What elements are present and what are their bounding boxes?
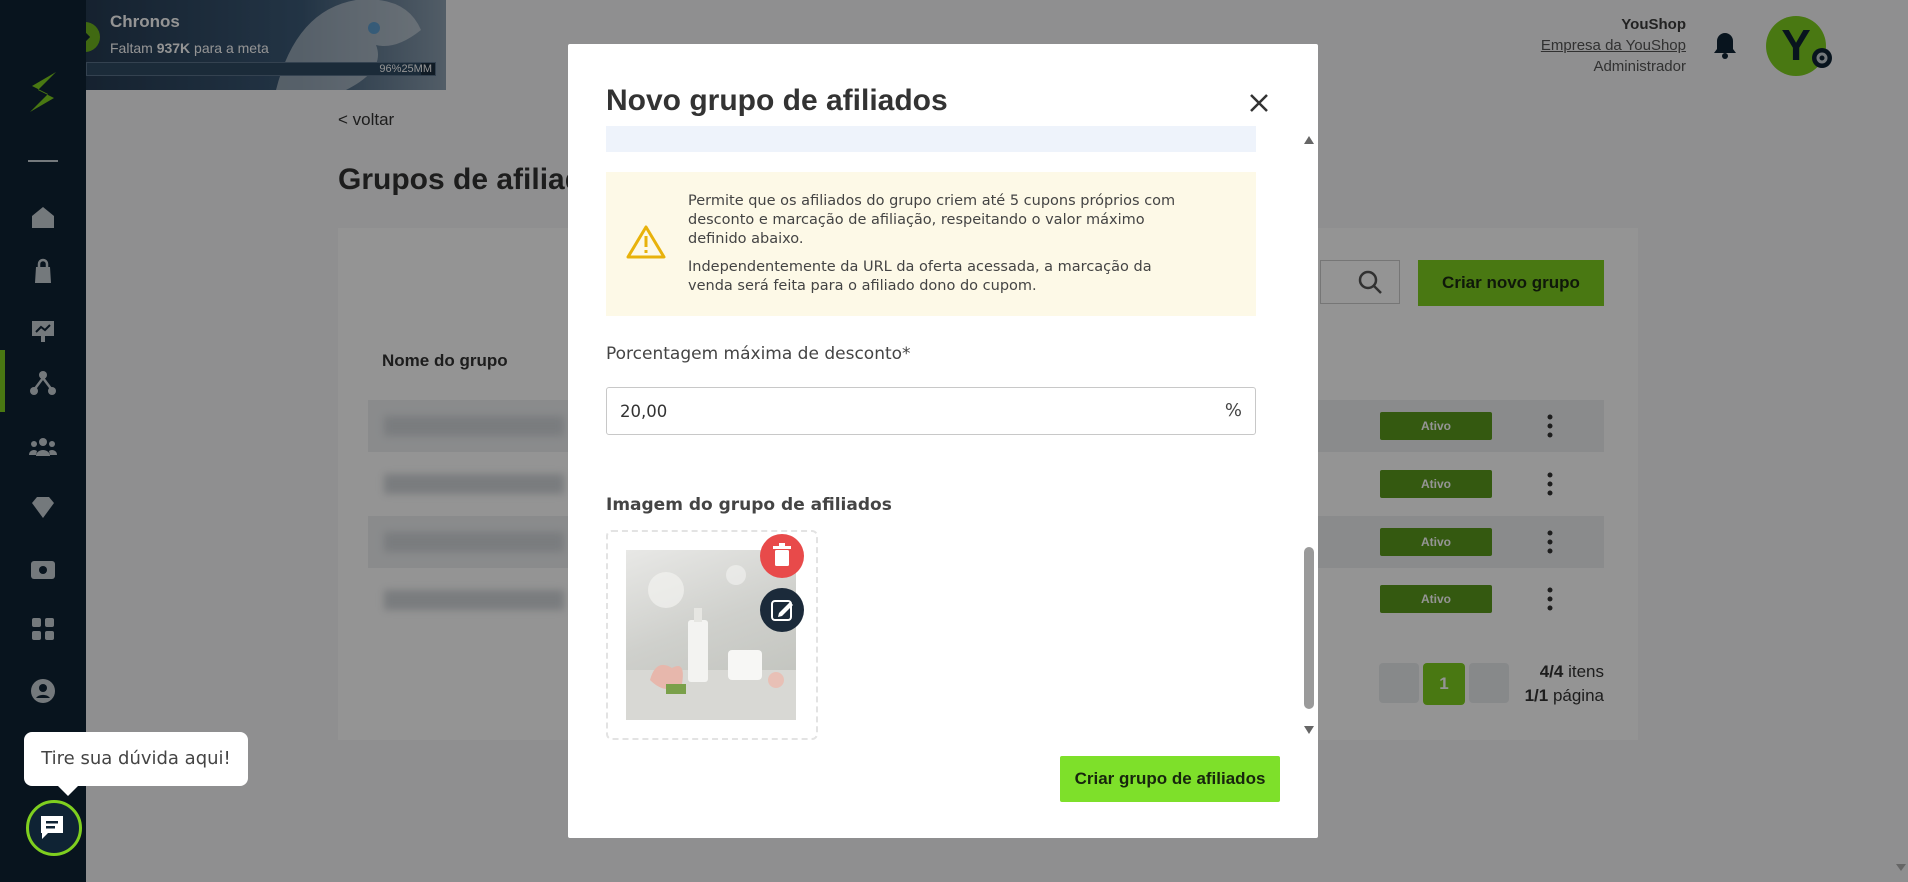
chat-tooltip[interactable]: Tire sua dúvida aqui!: [24, 732, 248, 796]
edit-icon: [771, 600, 793, 621]
warning-paragraph: Permite que os afiliados do grupo criem …: [688, 193, 1176, 247]
info-box: [606, 126, 1256, 152]
image-upload-zone[interactable]: [606, 530, 818, 740]
warning-box: Permite que os afiliados do grupo criem …: [606, 172, 1256, 316]
close-icon[interactable]: [1244, 88, 1274, 118]
warning-text: Permite que os afiliados do grupo criem …: [688, 192, 1188, 296]
chat-icon: [41, 816, 63, 839]
percent-unit: %: [1224, 400, 1242, 421]
warning-icon: [626, 225, 666, 259]
scrollbar-thumb[interactable]: [1304, 547, 1314, 709]
new-affiliate-group-modal: Novo grupo de afiliados Permite que os a…: [568, 44, 1318, 838]
discount-input[interactable]: [620, 388, 1180, 434]
trash-icon: [773, 543, 791, 566]
chat-button[interactable]: [26, 800, 82, 856]
create-affiliate-group-button[interactable]: Criar grupo de afiliados: [1060, 756, 1280, 802]
edit-image-button[interactable]: [760, 588, 804, 632]
delete-image-button[interactable]: [760, 534, 804, 578]
image-label: Imagem do grupo de afiliados: [606, 495, 892, 515]
discount-field[interactable]: %: [606, 387, 1256, 435]
page-scroll-down-icon[interactable]: [1896, 864, 1906, 871]
warning-paragraph: Independentemente da URL da oferta acess…: [688, 259, 1152, 294]
scroll-up-icon[interactable]: [1304, 136, 1314, 144]
scroll-down-icon[interactable]: [1304, 726, 1314, 734]
modal-title: Novo grupo de afiliados: [606, 84, 948, 117]
discount-label: Porcentagem máxima de desconto*: [606, 344, 911, 364]
